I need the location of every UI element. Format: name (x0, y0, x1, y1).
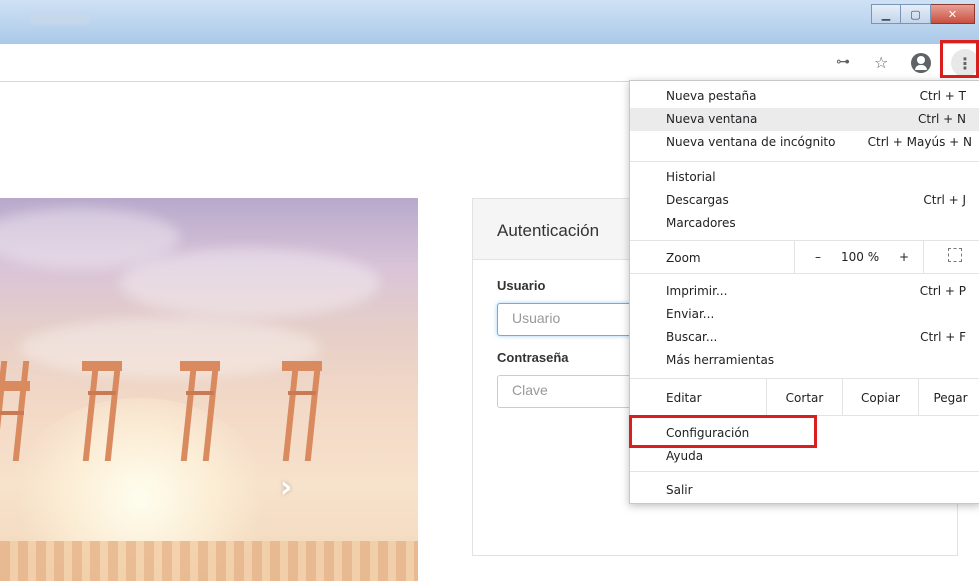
window-title (30, 14, 90, 24)
window-controls: ▁ ▢ ✕ (871, 4, 975, 24)
close-button[interactable]: ✕ (931, 4, 975, 24)
copy-button[interactable]: Copiar (842, 378, 918, 415)
minimize-button[interactable]: ▁ (871, 4, 901, 24)
zoom-in-button[interactable]: + (899, 250, 909, 264)
menu-edit-row: Editar Cortar Copiar Pegar (630, 378, 979, 415)
maximize-button[interactable]: ▢ (901, 4, 931, 24)
carousel-next-icon[interactable]: › (280, 470, 292, 505)
star-icon[interactable]: ☆ (874, 53, 888, 72)
menu-zoom-row: Zoom – 100 % + (630, 240, 979, 273)
edit-label: Editar (666, 391, 702, 405)
menu-item-history[interactable]: Historial▸ (630, 166, 979, 189)
menu-item-new-tab[interactable]: Nueva pestaña Ctrl + T (630, 85, 979, 108)
zoom-out-button[interactable]: – (815, 250, 821, 264)
key-icon[interactable]: ⊶ (836, 54, 850, 70)
menu-item-exit[interactable]: Salir (630, 479, 979, 502)
menu-item-more-tools[interactable]: Más herramientas▸ (630, 349, 979, 372)
zoom-value: 100 % (841, 250, 880, 264)
account-icon[interactable] (911, 53, 931, 73)
menu-item-send[interactable]: Enviar... (630, 303, 979, 326)
browser-toolbar: ⊶ ☆ ⋮ (0, 44, 979, 82)
hero-image (0, 198, 418, 581)
menu-item-find[interactable]: Buscar... Ctrl + F (630, 326, 979, 349)
zoom-label: Zoom (666, 251, 701, 265)
menu-item-print[interactable]: Imprimir... Ctrl + P (630, 280, 979, 303)
window-title-bar: ▁ ▢ ✕ (0, 0, 979, 44)
menu-item-downloads[interactable]: Descargas Ctrl + J (630, 189, 979, 212)
menu-item-new-window[interactable]: Nueva ventana Ctrl + N (630, 108, 979, 131)
menu-button-highlight (940, 40, 979, 78)
settings-highlight (629, 415, 817, 448)
menu-item-bookmarks[interactable]: Marcadores▸ (630, 212, 979, 235)
menu-item-help[interactable]: Ayuda▸ (630, 445, 979, 468)
menu-item-incognito[interactable]: Nueva ventana de incógnito Ctrl + Mayús +… (630, 131, 979, 154)
fullscreen-icon[interactable] (948, 248, 962, 262)
paste-button[interactable]: Pegar (918, 378, 979, 415)
cut-button[interactable]: Cortar (766, 378, 842, 415)
